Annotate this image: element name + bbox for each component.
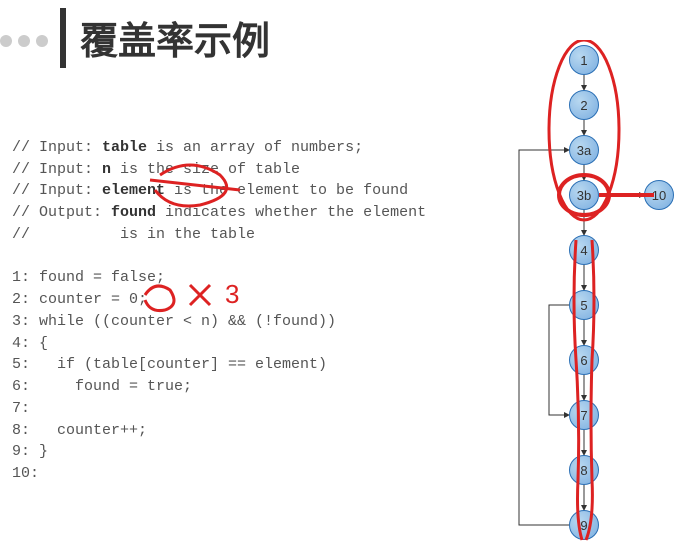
code-block: // Input: table is an array of numbers; … bbox=[12, 115, 426, 485]
code-line: 2: counter = 0; bbox=[12, 291, 147, 308]
flow-node-2: 2 bbox=[569, 90, 599, 120]
flow-node-4: 4 bbox=[569, 235, 599, 265]
comment-line: // is in the table bbox=[12, 226, 255, 243]
code-line: 7: bbox=[12, 400, 30, 417]
flow-node-9: 9 bbox=[569, 510, 599, 540]
code-line: 3: while ((counter < n) && (!found)) bbox=[12, 313, 336, 330]
page-title: 覆盖率示例 bbox=[80, 10, 270, 65]
flow-node-10: 10 bbox=[644, 180, 674, 210]
title-divider bbox=[60, 8, 66, 68]
flow-node-8: 8 bbox=[569, 455, 599, 485]
flow-node-3a: 3a bbox=[569, 135, 599, 165]
flowchart: 1 2 3a 3b 10 4 5 6 7 8 9 bbox=[504, 40, 674, 550]
code-line: 1: found = false; bbox=[12, 269, 165, 286]
flow-node-5: 5 bbox=[569, 290, 599, 320]
dot bbox=[36, 35, 48, 47]
comment-line: // Input: table is an array of numbers; bbox=[12, 139, 363, 156]
dot bbox=[0, 35, 12, 47]
comment-line: // Input: element is the element to be f… bbox=[12, 182, 408, 199]
flow-node-1: 1 bbox=[569, 45, 599, 75]
code-line: 4: { bbox=[12, 335, 48, 352]
comment-line: // Input: n is the size of table bbox=[12, 161, 300, 178]
flow-node-3b: 3b bbox=[569, 180, 599, 210]
comment-line: // Output: found indicates whether the e… bbox=[12, 204, 426, 221]
code-line: 6: found = true; bbox=[12, 378, 192, 395]
code-line: 9: } bbox=[12, 443, 48, 460]
flow-node-6: 6 bbox=[569, 345, 599, 375]
decorative-dots bbox=[0, 35, 48, 47]
flow-node-7: 7 bbox=[569, 400, 599, 430]
code-line: 8: counter++; bbox=[12, 422, 147, 439]
code-line: 10: bbox=[12, 465, 39, 482]
code-line: 5: if (table[counter] == element) bbox=[12, 356, 327, 373]
dot bbox=[18, 35, 30, 47]
